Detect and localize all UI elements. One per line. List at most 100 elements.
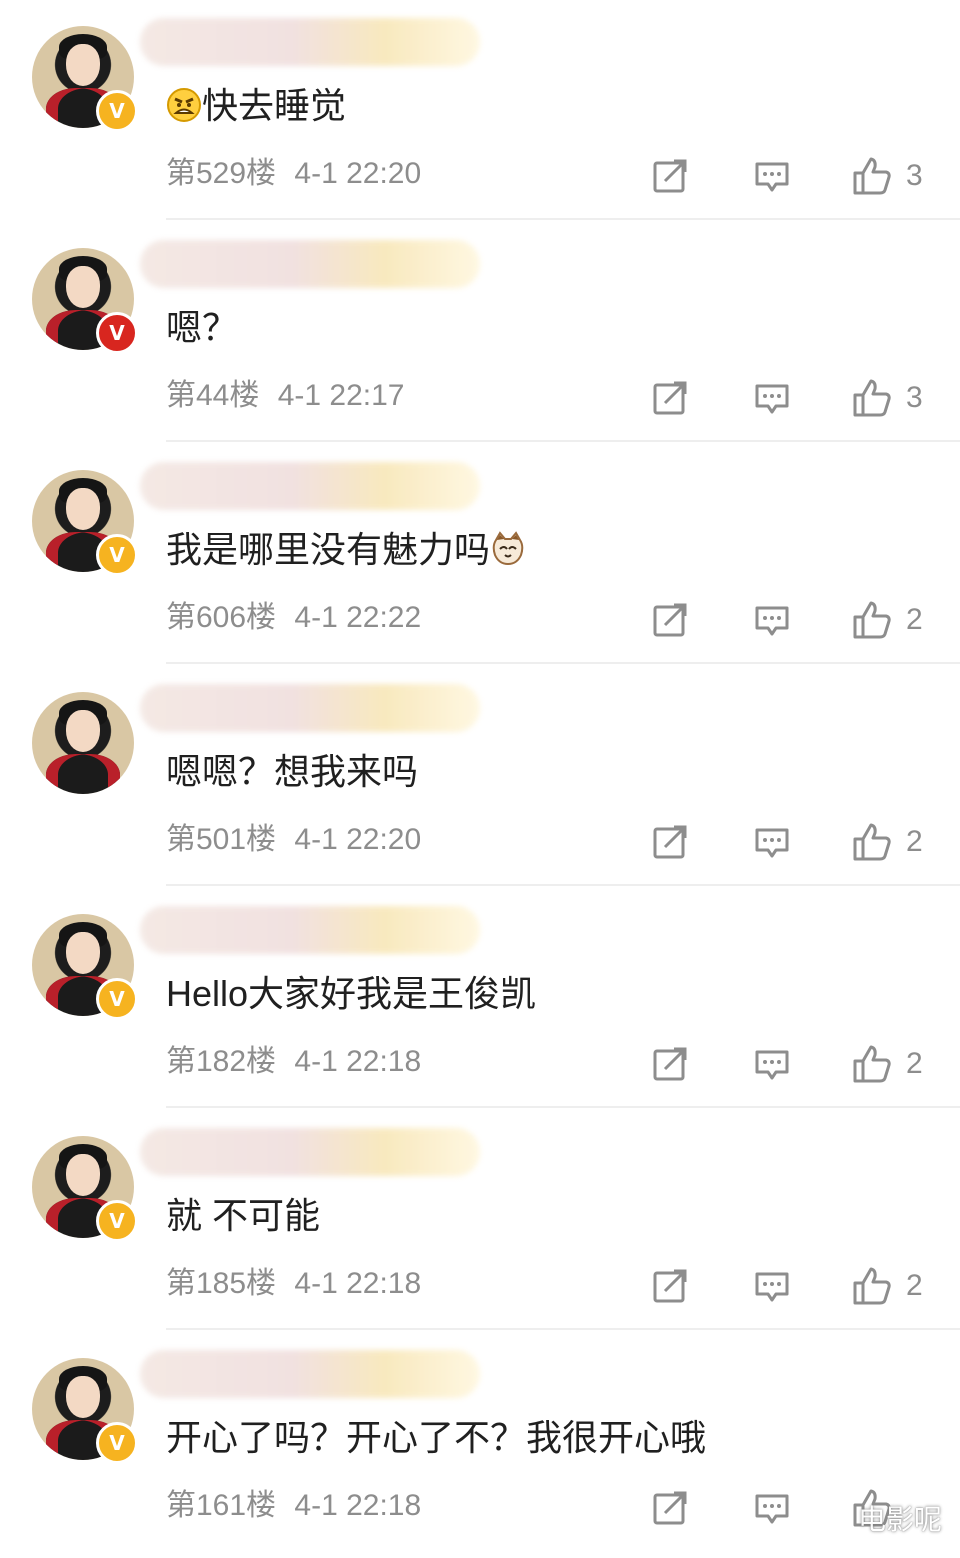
- like-count: 2: [906, 603, 923, 636]
- share-button[interactable]: [648, 598, 692, 642]
- floor-number: 第529楼: [166, 157, 277, 190]
- divider: [166, 1106, 960, 1108]
- comment-icon: [755, 162, 789, 192]
- like-button[interactable]: [850, 376, 894, 420]
- share-button[interactable]: [648, 820, 692, 864]
- comment-time: 4-1 22:18: [294, 1267, 422, 1300]
- comment-icon: [755, 828, 789, 858]
- divider: [166, 1328, 960, 1330]
- comment-meta: 第185楼 4-1 22:18: [166, 1264, 421, 1304]
- thumbs-up-icon: [853, 1267, 891, 1305]
- share-icon: [653, 159, 687, 193]
- share-icon: [653, 381, 687, 415]
- share-button[interactable]: [648, 376, 692, 420]
- like-count: 3: [906, 381, 923, 414]
- divider: [166, 884, 960, 886]
- comment-icon: [755, 606, 789, 636]
- floor-number: 第185楼: [166, 1267, 277, 1300]
- username-blurred[interactable]: [140, 1350, 480, 1398]
- comment-meta: 第529楼 4-1 22:20: [166, 154, 421, 194]
- comment-icon: [755, 1494, 789, 1524]
- divider: [166, 218, 960, 220]
- share-icon: [653, 1047, 687, 1081]
- comment-item: V 就 不可能 第185楼 4-1 22:18 2: [0, 1110, 960, 1332]
- comment-content: Hello大家好我是王俊凯: [166, 973, 537, 1014]
- like-button[interactable]: [850, 1264, 894, 1308]
- reply-button[interactable]: [750, 154, 794, 198]
- verified-badge-icon: V: [96, 534, 138, 576]
- comment-time: 4-1 22:17: [277, 379, 405, 412]
- floor-number: 第501楼: [166, 823, 277, 856]
- like-button[interactable]: [850, 1042, 894, 1086]
- comment-content: 开心了吗？开心了不？我很开心哦: [166, 1417, 707, 1458]
- comment-icon: [755, 384, 789, 414]
- comment-content: 嗯？: [166, 307, 239, 348]
- comment-icon: [755, 1272, 789, 1302]
- comment-text: 开心了吗？开心了不？我很开心哦: [166, 1416, 706, 1460]
- floor-number: 第606楼: [166, 601, 277, 634]
- username-blurred[interactable]: [140, 1128, 480, 1176]
- comment-time: 4-1 22:22: [294, 601, 422, 634]
- comment-item: V 快去睡觉 第529楼 4-1 22:20 3: [0, 0, 960, 222]
- like-button[interactable]: [850, 820, 894, 864]
- username-blurred[interactable]: [140, 18, 480, 66]
- comment-meta: 第182楼 4-1 22:18: [166, 1042, 421, 1082]
- reply-button[interactable]: [750, 1042, 794, 1086]
- comment-text: 嗯？: [166, 306, 238, 350]
- comment-content: 快去睡觉: [202, 85, 347, 126]
- floor-number: 第44楼: [166, 379, 260, 412]
- verified-badge-icon: V: [96, 90, 138, 132]
- reply-button[interactable]: [750, 376, 794, 420]
- share-button[interactable]: [648, 1042, 692, 1086]
- username-blurred[interactable]: [140, 240, 480, 288]
- reply-button[interactable]: [750, 598, 794, 642]
- reply-button[interactable]: [750, 820, 794, 864]
- username-blurred[interactable]: [140, 462, 480, 510]
- like-count: 2: [906, 825, 923, 858]
- comment-text: 我是哪里没有魅力吗: [166, 528, 526, 572]
- like-button[interactable]: [850, 154, 894, 198]
- comment-content: 我是哪里没有魅力吗: [166, 529, 491, 570]
- verified-badge-icon: V: [96, 1200, 138, 1242]
- divider: [166, 440, 960, 442]
- thumbs-up-icon: [853, 823, 891, 861]
- thumbs-up-icon: [853, 379, 891, 417]
- share-icon: [653, 825, 687, 859]
- comment-meta: 第44楼 4-1 22:17: [166, 376, 405, 416]
- comment-item: V Hello大家好我是王俊凯 第182楼 4-1 22:18 2: [0, 888, 960, 1110]
- username-blurred[interactable]: [140, 684, 480, 732]
- cat-face-icon: [492, 531, 524, 566]
- comment-text: Hello大家好我是王俊凯: [166, 972, 536, 1016]
- like-count: 3: [906, 159, 923, 192]
- comment-content: 就 不可能: [166, 1195, 321, 1236]
- angry-face-icon: [167, 88, 201, 123]
- comment-text: 就 不可能: [166, 1194, 320, 1238]
- thumbs-up-icon: [853, 1045, 891, 1083]
- comment-time: 4-1 22:18: [294, 1045, 422, 1078]
- comment-meta: 第161楼 4-1 22:18: [166, 1486, 421, 1526]
- comment-time: 4-1 22:20: [294, 823, 422, 856]
- share-button[interactable]: [648, 154, 692, 198]
- thumbs-up-icon: [853, 157, 891, 195]
- floor-number: 第161楼: [166, 1489, 277, 1522]
- reply-button[interactable]: [750, 1264, 794, 1308]
- floor-number: 第182楼: [166, 1045, 277, 1078]
- username-blurred[interactable]: [140, 906, 480, 954]
- verified-badge-icon: V: [96, 312, 138, 354]
- comment-item: 嗯嗯？想我来吗 第501楼 4-1 22:20 2: [0, 666, 960, 888]
- verified-badge-icon: V: [96, 978, 138, 1020]
- share-button[interactable]: [648, 1486, 692, 1530]
- comment-time: 4-1 22:18: [294, 1489, 422, 1522]
- like-count: 2: [906, 1269, 923, 1302]
- share-button[interactable]: [648, 1264, 692, 1308]
- comment-icon: [755, 1050, 789, 1080]
- comment-text: 快去睡觉: [166, 84, 346, 128]
- reply-button[interactable]: [750, 1486, 794, 1530]
- like-button[interactable]: [850, 598, 894, 642]
- avatar[interactable]: [32, 692, 134, 794]
- share-icon: [653, 1491, 687, 1525]
- comment-item: V 嗯？ 第44楼 4-1 22:17 3: [0, 222, 960, 444]
- comment-meta: 第501楼 4-1 22:20: [166, 820, 421, 860]
- share-icon: [653, 603, 687, 637]
- share-icon: [653, 1269, 687, 1303]
